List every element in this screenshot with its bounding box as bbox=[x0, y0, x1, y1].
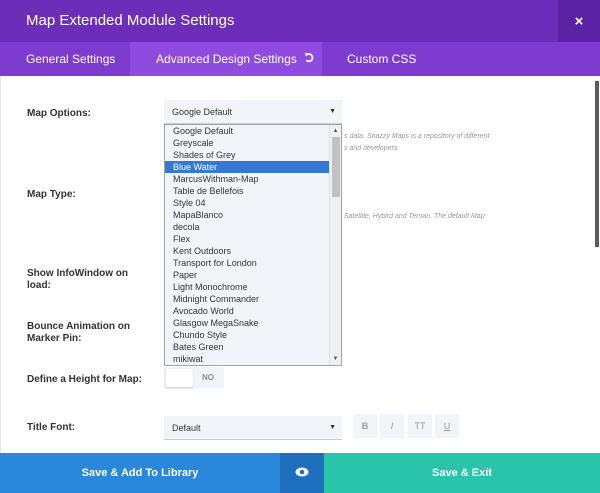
map-options-dropdown[interactable]: Google Default Greyscale Shades of Grey Blu… bbox=[164, 124, 342, 366]
dropdown-option[interactable]: Light Monochrome bbox=[165, 281, 330, 293]
map-options-value: Google Default bbox=[172, 106, 233, 117]
dropdown-option[interactable]: MarcusWithman-Map bbox=[165, 173, 330, 185]
bold-button[interactable]: B bbox=[353, 414, 377, 438]
tab-label: General Settings bbox=[26, 52, 116, 66]
dropdown-option[interactable]: Table de Bellefois bbox=[165, 185, 330, 197]
modal-title: Map Extended Module Settings bbox=[26, 12, 235, 29]
map-options-select[interactable]: Google Default ▼ bbox=[164, 100, 342, 124]
toggle-text: NO bbox=[202, 373, 214, 382]
scrollbar-thumb[interactable] bbox=[332, 137, 340, 197]
close-button[interactable]: × bbox=[558, 0, 600, 42]
dropdown-option[interactable]: Transport for London bbox=[165, 257, 330, 269]
label-line: Bounce Animation on bbox=[27, 321, 130, 332]
dropdown-option[interactable]: MapaBlanco bbox=[165, 209, 330, 221]
tab-general-settings[interactable]: General Settings bbox=[0, 42, 130, 76]
dropdown-option[interactable]: Glasgow MegaSnake bbox=[165, 317, 330, 329]
dropdown-option[interactable]: decola bbox=[165, 221, 330, 233]
settings-content: Map Options: Google Default ▼ s data. Sn… bbox=[0, 76, 600, 453]
dropdown-list: Google Default Greyscale Shades of Grey Blu… bbox=[165, 125, 330, 365]
dropdown-option[interactable]: Chundo Style bbox=[165, 329, 330, 341]
label-line: Show InfoWindow on bbox=[27, 268, 128, 279]
map-height-label: Define a Height for Map: bbox=[27, 374, 143, 385]
tab-custom-css[interactable]: Custom CSS bbox=[322, 42, 442, 76]
title-font-label: Title Font: bbox=[27, 422, 76, 433]
dropdown-option[interactable]: Greyscale bbox=[165, 137, 330, 149]
title-font-select[interactable]: Default ▼ bbox=[164, 416, 342, 440]
dropdown-option[interactable]: Google Default bbox=[165, 125, 330, 137]
show-infowindow-label: Show InfoWindow on load: bbox=[27, 268, 128, 292]
scroll-up-icon[interactable]: ▲ bbox=[330, 125, 341, 137]
dropdown-option[interactable]: Shades of Grey bbox=[165, 149, 330, 161]
label-line: Marker Pin: bbox=[27, 333, 82, 344]
tab-label: Custom CSS bbox=[347, 52, 417, 66]
save-library-label: Save & Add To Library bbox=[81, 467, 199, 479]
map-options-description: s data. Snazzy Maps is a repository of d… bbox=[344, 131, 490, 155]
save-exit-label: Save & Exit bbox=[432, 467, 492, 479]
toggle-knob bbox=[166, 369, 193, 387]
dropdown-option[interactable]: Bates Green bbox=[165, 341, 330, 353]
save-exit-button[interactable]: Save & Exit bbox=[324, 453, 600, 493]
title-bar: Map Extended Module Settings × bbox=[0, 0, 600, 42]
eye-icon bbox=[295, 464, 309, 482]
italic-button[interactable]: I bbox=[380, 414, 404, 438]
modal-scrollbar[interactable] bbox=[595, 76, 600, 453]
tab-advanced-design-settings[interactable]: Advanced Design Settings bbox=[130, 42, 322, 76]
footer-bar: Save & Add To Library Save & Exit bbox=[0, 453, 600, 493]
uppercase-button[interactable]: TT bbox=[408, 414, 432, 438]
dropdown-option[interactable]: Paper bbox=[165, 269, 330, 281]
map-type-description: Satellite, Hybird and Terrian. The defau… bbox=[344, 213, 485, 220]
modal-scrollbar-thumb[interactable] bbox=[595, 81, 599, 247]
scroll-down-icon[interactable]: ▼ bbox=[330, 353, 341, 365]
preview-button[interactable] bbox=[280, 453, 324, 493]
save-add-to-library-button[interactable]: Save & Add To Library bbox=[0, 453, 280, 493]
map-options-label: Map Options: bbox=[27, 108, 91, 119]
dropdown-option[interactable]: Kent Outdoors bbox=[165, 245, 330, 257]
chevron-down-icon: ▼ bbox=[329, 108, 336, 115]
title-font-value: Default bbox=[172, 422, 201, 433]
description-line: s and developers. bbox=[344, 145, 400, 152]
dropdown-option[interactable]: Midnight Commander bbox=[165, 293, 330, 305]
tab-label: Advanced Design Settings bbox=[156, 52, 297, 66]
map-type-label: Map Type: bbox=[27, 189, 76, 200]
underline-button[interactable]: U bbox=[435, 414, 459, 438]
bounce-animation-label: Bounce Animation on Marker Pin: bbox=[27, 321, 130, 345]
settings-modal: Map Extended Module Settings × General S… bbox=[0, 0, 600, 493]
dropdown-scrollbar[interactable]: ▲ ▼ bbox=[329, 125, 341, 365]
dropdown-option[interactable]: Flex bbox=[165, 233, 330, 245]
tab-bar: General Settings Advanced Design Setting… bbox=[0, 42, 600, 76]
close-icon: × bbox=[574, 12, 584, 30]
reset-icon[interactable] bbox=[303, 52, 314, 66]
chevron-down-icon: ▼ bbox=[329, 424, 336, 431]
dropdown-option[interactable]: Blue Water bbox=[165, 161, 330, 173]
dropdown-option[interactable]: Avocado World bbox=[165, 305, 330, 317]
dropdown-option[interactable]: Style 04 bbox=[165, 197, 330, 209]
label-line: load: bbox=[27, 280, 51, 291]
description-line: s data. Snazzy Maps is a repository of d… bbox=[344, 133, 490, 140]
dropdown-option[interactable]: mikiwat bbox=[165, 353, 330, 365]
map-height-toggle[interactable]: NO bbox=[164, 367, 224, 389]
